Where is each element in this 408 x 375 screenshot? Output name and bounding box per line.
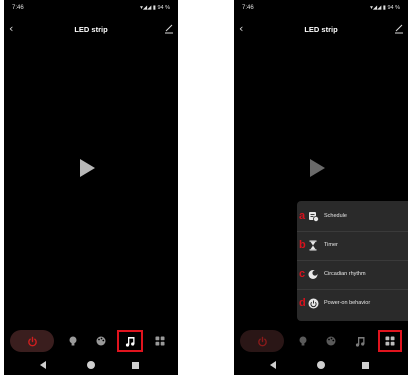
menu-item-circadian[interactable]: c Circadian rhythm — [297, 261, 408, 290]
nav-home-icon[interactable] — [87, 361, 95, 369]
tab-music[interactable] — [117, 330, 143, 352]
power-icon — [27, 336, 37, 346]
power-icon — [257, 336, 267, 346]
page-title: LED strip — [304, 25, 338, 34]
app-header: ‹ LED strip — [234, 22, 408, 38]
power-on-icon — [308, 298, 319, 309]
circadian-icon — [308, 270, 318, 279]
edit-icon[interactable] — [164, 24, 174, 34]
nav-home-icon[interactable] — [317, 361, 325, 369]
menu-item-label: Timer — [324, 242, 338, 248]
menu-item-label: Circadian rhythm — [324, 271, 366, 277]
menu-item-schedule[interactable]: a Schedule — [297, 203, 408, 232]
phone-screen-more-menu: 7:46 ▾◢◢ ▮ 94 % ‹ LED strip a Schedule b — [234, 0, 408, 375]
tab-music[interactable] — [347, 330, 373, 352]
menu-item-label: Power-on behavior — [324, 300, 371, 306]
marker-label: a — [299, 210, 306, 222]
page-title: LED strip — [74, 25, 108, 34]
music-icon — [355, 336, 364, 347]
edit-icon[interactable] — [394, 24, 404, 34]
palette-icon — [326, 336, 336, 346]
tab-more[interactable] — [378, 330, 402, 352]
status-time: 7:46 — [12, 5, 24, 11]
menu-item-power-on[interactable]: d Power-on behavior — [297, 290, 408, 318]
play-icon[interactable] — [80, 159, 95, 177]
tab-palette[interactable] — [320, 330, 342, 352]
status-system: ▾◢◢ ▮ 94 % — [140, 5, 170, 11]
palette-icon — [96, 336, 106, 346]
bulb-icon — [69, 336, 77, 346]
menu-item-timer[interactable]: b Timer — [297, 232, 408, 261]
music-icon — [125, 336, 134, 347]
tab-more[interactable] — [148, 330, 172, 352]
system-nav-bar — [234, 360, 408, 372]
marker-label: b — [299, 239, 306, 251]
status-time: 7:46 — [242, 5, 254, 11]
battery-level: 94 % — [157, 5, 170, 11]
tab-bulb[interactable] — [292, 330, 314, 352]
app-header: ‹ LED strip — [4, 22, 178, 38]
status-system: ▾◢◢ ▮ 94 % — [370, 5, 400, 11]
nav-back-icon[interactable] — [40, 361, 46, 369]
play-icon[interactable] — [310, 159, 325, 177]
tab-palette[interactable] — [90, 330, 112, 352]
status-bar: 7:46 ▾◢◢ ▮ 94 % — [234, 3, 408, 13]
menu-item-label: Schedule — [324, 213, 347, 219]
bottom-tab-bar — [4, 330, 178, 352]
nav-recent-icon[interactable] — [362, 362, 369, 369]
hourglass-icon — [309, 240, 317, 251]
nav-recent-icon[interactable] — [132, 362, 139, 369]
marker-label: c — [299, 268, 306, 280]
battery-level: 94 % — [387, 5, 400, 11]
more-menu: a Schedule b Timer c Circadian rhythm d … — [297, 201, 408, 321]
marker-label: d — [299, 297, 306, 309]
grid-icon — [385, 336, 395, 346]
nav-back-icon[interactable] — [270, 361, 276, 369]
system-nav-bar — [4, 360, 178, 372]
status-bar: 7:46 ▾◢◢ ▮ 94 % — [4, 3, 178, 13]
tab-bulb[interactable] — [62, 330, 84, 352]
power-button[interactable] — [10, 330, 54, 352]
phone-screen-music: 7:46 ▾◢◢ ▮ 94 % ‹ LED strip — [4, 0, 178, 375]
grid-icon — [155, 336, 165, 346]
schedule-icon — [309, 212, 319, 222]
power-button[interactable] — [240, 330, 284, 352]
bottom-tab-bar — [234, 330, 408, 352]
bulb-icon — [299, 336, 307, 346]
